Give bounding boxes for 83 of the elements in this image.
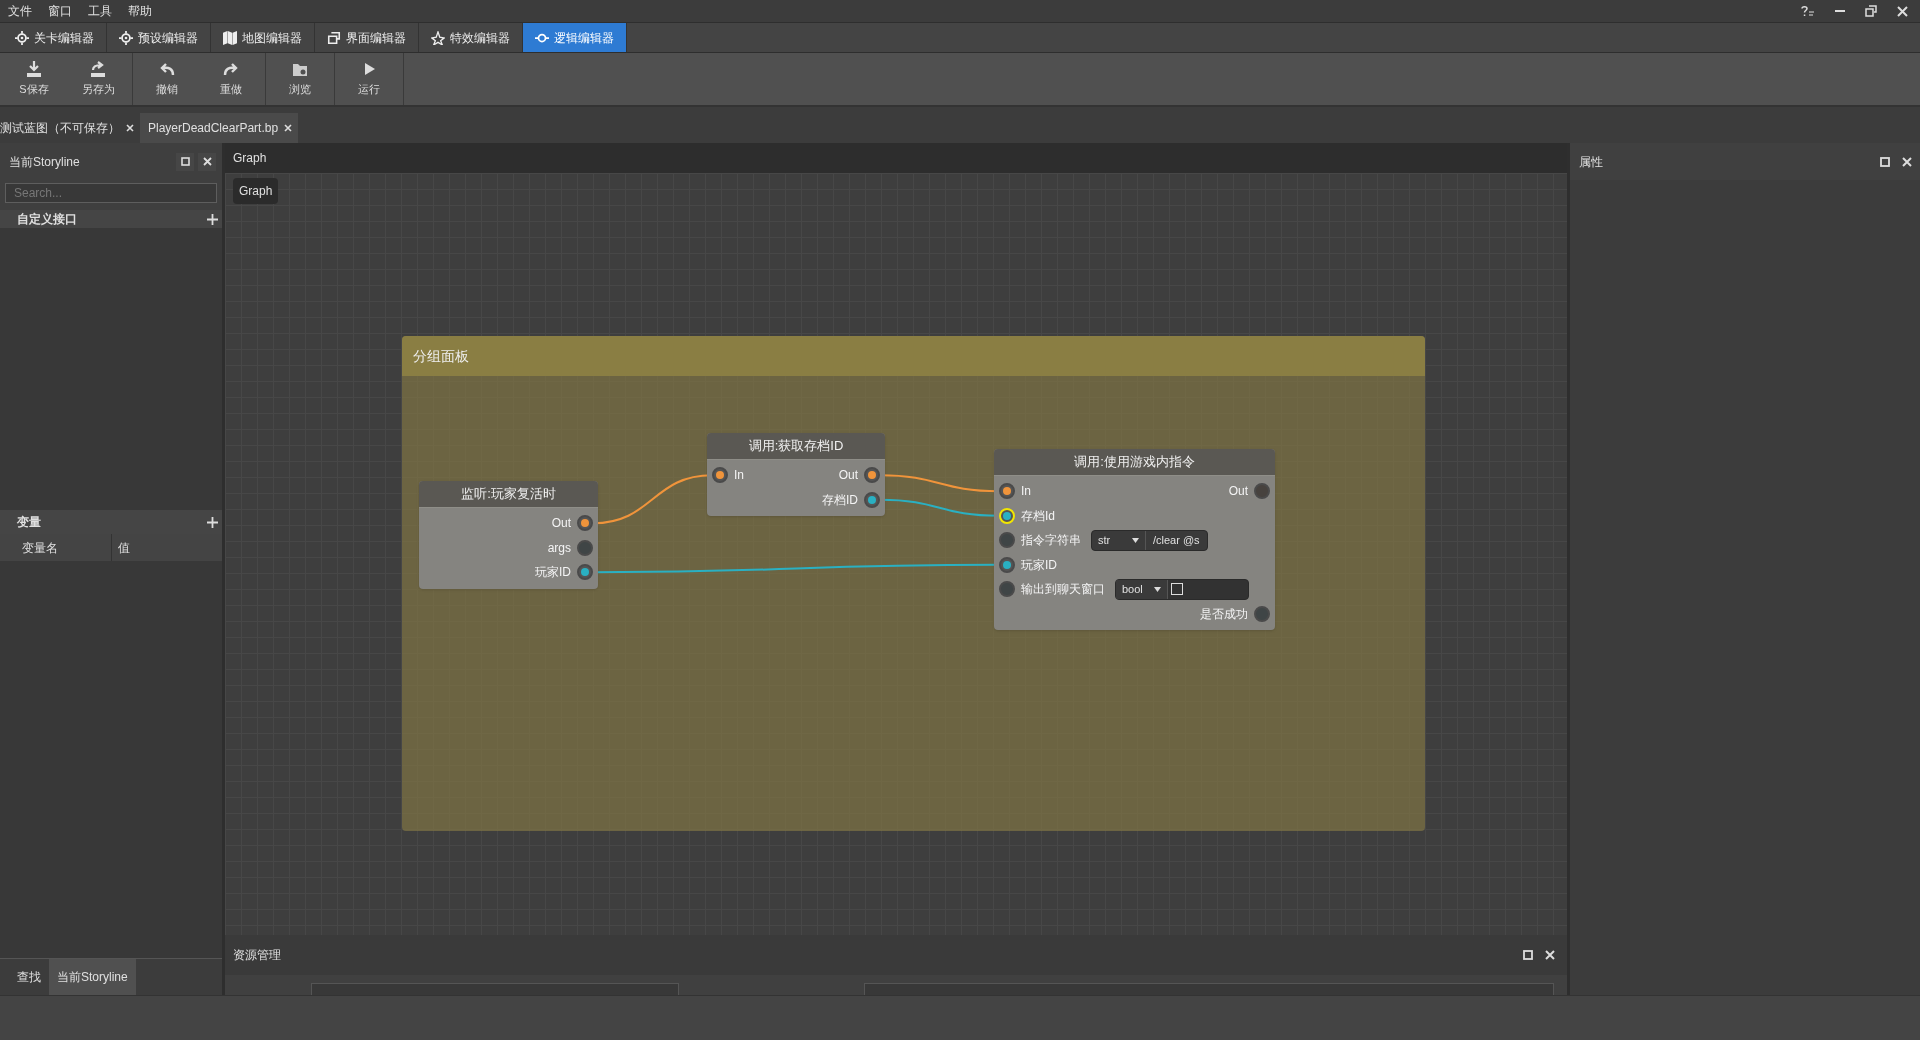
help-icon[interactable] [1801,5,1815,17]
editor-tab[interactable]: 逻辑编辑器 [523,23,627,52]
close-button[interactable] [198,152,216,171]
restore-icon[interactable] [1865,5,1877,17]
close-icon[interactable] [1545,950,1555,960]
map-icon [223,30,237,45]
maximize-button[interactable] [176,152,194,171]
redo-icon [223,60,239,77]
panel-tab[interactable]: 当前Storyline [49,959,136,995]
checkbox[interactable] [1171,583,1183,596]
type-dropdown[interactable]: bool [1116,579,1168,599]
pin-label: Out [838,467,858,485]
crosshair-icon [119,30,133,45]
pin-label: Out [1228,483,1248,501]
pin[interactable] [999,581,1015,598]
toolbar-button[interactable]: 另存为 [66,53,130,105]
caret-icon [1154,586,1161,592]
pin[interactable] [577,539,593,556]
node-title: 调用:使用游戏内指令 [1074,453,1195,472]
pin-label: 存档Id [1021,507,1055,525]
section-title: 自定义接口 [17,211,77,228]
close-icon [202,157,212,166]
windows-icon [327,30,341,45]
close-icon[interactable] [1902,156,1912,167]
close-icon[interactable] [284,124,293,132]
search-field[interactable] [311,983,679,995]
add-icon[interactable] [207,516,218,528]
document-tab[interactable]: PlayerDeadClearPart.bp [140,113,299,143]
pin-label: In [734,467,744,485]
node-title: 调用:获取存档ID [748,437,844,456]
maximize-icon[interactable] [1523,950,1533,960]
pin[interactable] [864,491,880,508]
node-card[interactable]: 调用:获取存档ID In Out 存档ID [707,433,885,516]
pin[interactable] [1254,605,1270,622]
node-title: 监听:玩家复活时 [461,485,556,504]
node-card[interactable]: 监听:玩家复活时 Out args 玩家ID [419,481,598,589]
maximize-icon [180,157,190,166]
section-title: 变量 [17,514,41,531]
panel-title: 资源管理 [233,947,281,964]
pin[interactable] [999,483,1015,500]
pin-label: 是否成功 [1200,605,1248,623]
toolbar-button[interactable]: 重做 [199,53,263,105]
pin-label: 输出到聊天窗口 [1021,581,1105,599]
toolbar-button[interactable]: S保存 [2,53,66,105]
toolbar-button[interactable]: 撤销 [135,53,199,105]
panel-tab[interactable]: 查找 [0,959,49,995]
crosshair-icon [15,30,29,45]
pin[interactable] [864,467,880,484]
menu-item[interactable]: 文件 [8,2,32,20]
close-icon[interactable] [1897,5,1908,17]
maximize-icon[interactable] [1880,156,1890,167]
export-icon [90,60,106,77]
pin-label: 玩家ID [535,564,571,582]
undo-icon [159,60,175,77]
panel-title: 属性 [1579,153,1603,171]
pin-label: args [547,539,571,557]
search-field[interactable]: Search... [5,183,217,203]
pin[interactable] [1254,483,1270,500]
toolbar-button[interactable]: 运行 [337,53,401,105]
pin[interactable] [712,467,728,484]
graph-tab[interactable]: Graph [229,149,271,167]
menu-item[interactable]: 工具 [88,2,112,20]
pin[interactable] [999,556,1015,573]
pin[interactable] [577,564,593,581]
add-icon[interactable] [207,213,218,225]
pin-label: In [1021,483,1031,501]
pin[interactable] [577,515,593,532]
star-icon [431,30,445,45]
column-header: 变量名 [21,539,59,557]
menu-item[interactable]: 帮助 [128,2,152,20]
pin-label: 指令字符串 [1021,532,1081,550]
download-icon [26,60,42,77]
search-field[interactable] [864,983,1554,995]
menu-item[interactable]: 窗口 [48,2,72,20]
panel-title: 当前Storyline [9,153,80,171]
group-title: 分组面板 [413,346,469,366]
toolbar-button[interactable]: 浏览 [268,53,332,105]
pin-label: Out [551,515,571,533]
pin-label: 玩家ID [1021,556,1057,574]
breadcrumb[interactable]: Graph [233,178,279,204]
pin-label: 存档ID [822,491,858,509]
pin[interactable] [999,532,1015,549]
close-icon[interactable] [126,124,134,132]
